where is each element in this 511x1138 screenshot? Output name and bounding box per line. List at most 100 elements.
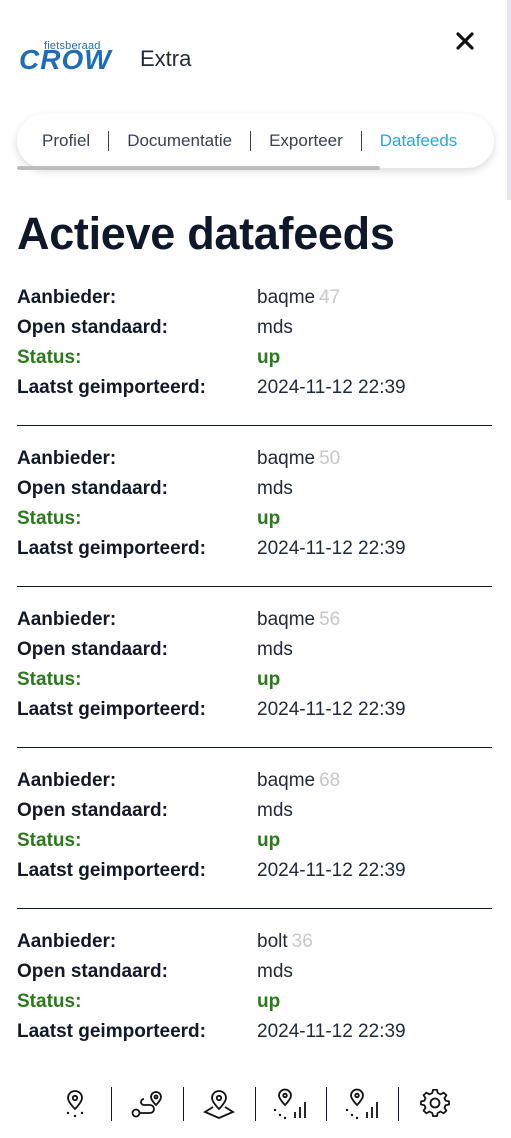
standard-row: Open standaard: mds [17, 478, 492, 508]
tab-scrollbar[interactable] [17, 166, 380, 170]
feed-id: 50 [319, 448, 341, 469]
provider-value: baqme 47 [257, 287, 340, 309]
feed-entry: Aanbieder: bolt 36 Open standaard: mds St… [17, 931, 492, 1092]
standard-value: mds [257, 317, 293, 338]
pin-signal-icon [273, 1088, 306, 1120]
page-title: Actieve datafeeds [17, 208, 395, 259]
status-row: Status: up [17, 830, 492, 860]
close-icon [456, 32, 474, 50]
feed-divider [17, 425, 492, 426]
status-label: Status: [17, 669, 82, 690]
provider-label: Aanbieder: [17, 287, 117, 308]
feed-divider [17, 586, 492, 587]
standard-row: Open standaard: mds [17, 639, 492, 669]
provider-label: Aanbieder: [17, 931, 117, 952]
standard-row: Open standaard: mds [17, 961, 492, 991]
nav-routes-button[interactable] [112, 1082, 183, 1126]
standard-row: Open standaard: mds [17, 800, 492, 830]
provider-name: baqme [257, 609, 316, 630]
last-imported-value: 2024-11-12 22:39 [257, 699, 406, 720]
feed-id: 56 [319, 609, 341, 630]
last-imported-value: 2024-11-12 22:39 [257, 1021, 406, 1042]
provider-value: bolt 36 [257, 931, 313, 953]
nav-settings-button[interactable] [399, 1082, 470, 1126]
gear-icon [419, 1089, 450, 1117]
standard-label: Open standaard: [17, 961, 168, 982]
last-imported-value: 2024-11-12 22:39 [257, 377, 406, 398]
tab-exporteer[interactable]: Exporteer [251, 130, 361, 152]
nav-stats-button[interactable] [255, 1082, 326, 1126]
last-imported-label: Laatst geimporteerd: [17, 538, 206, 559]
tab-documentatie[interactable]: Documentatie [109, 130, 250, 152]
standard-label: Open standaard: [17, 800, 168, 821]
status-value: up [257, 830, 281, 851]
provider-name: baqme [257, 448, 316, 469]
status-label: Status: [17, 347, 82, 368]
route-icon [131, 1091, 163, 1118]
standard-value: mds [257, 800, 293, 821]
last-imported-row: Laatst geimporteerd: 2024-11-12 22:39 [17, 377, 492, 407]
status-value: up [257, 508, 281, 529]
standard-row: Open standaard: mds [17, 317, 492, 347]
provider-value: baqme 50 [257, 448, 340, 470]
standard-value: mds [257, 639, 293, 660]
provider-name: baqme [257, 287, 316, 308]
feed-id: 36 [291, 931, 313, 952]
last-imported-label: Laatst geimporteerd: [17, 699, 206, 720]
last-imported-row: Laatst geimporteerd: 2024-11-12 22:39 [17, 538, 492, 568]
nav-areas-button[interactable] [184, 1082, 255, 1126]
standard-value: mds [257, 478, 293, 499]
map-area-pin-icon [203, 1090, 236, 1119]
feed-entry: Aanbieder: baqme 56 Open standaard: mds S… [17, 609, 492, 770]
feed-entry: Aanbieder: baqme 68 Open standaard: mds S… [17, 770, 492, 931]
close-button[interactable] [452, 28, 478, 54]
standard-label: Open standaard: [17, 317, 168, 338]
status-label: Status: [17, 991, 82, 1012]
provider-row: Aanbieder: baqme 68 [17, 770, 492, 800]
feed-id: 68 [319, 770, 341, 791]
tab-bar: Profiel Documentatie Exporteer Datafeeds [17, 114, 494, 174]
provider-row: Aanbieder: bolt 36 [17, 931, 492, 961]
provider-value: baqme 68 [257, 770, 340, 792]
provider-name: baqme [257, 770, 316, 791]
page-scrollbar[interactable] [507, 0, 511, 200]
status-value: up [257, 991, 281, 1012]
nav-locations-button[interactable] [40, 1082, 111, 1126]
last-imported-value: 2024-11-12 22:39 [257, 860, 406, 881]
last-imported-row: Laatst geimporteerd: 2024-11-12 22:39 [17, 1021, 492, 1051]
standard-label: Open standaard: [17, 478, 168, 499]
provider-label: Aanbieder: [17, 448, 117, 469]
provider-name: bolt [257, 931, 288, 952]
bottom-navigation [40, 1082, 470, 1126]
last-imported-label: Laatst geimporteerd: [17, 377, 206, 398]
feed-id: 47 [319, 287, 341, 308]
last-imported-row: Laatst geimporteerd: 2024-11-12 22:39 [17, 699, 492, 729]
last-imported-value: 2024-11-12 22:39 [257, 538, 406, 559]
last-imported-label: Laatst geimporteerd: [17, 860, 206, 881]
status-value: up [257, 347, 281, 368]
last-imported-row: Laatst geimporteerd: 2024-11-12 22:39 [17, 860, 492, 890]
provider-label: Aanbieder: [17, 609, 117, 630]
last-imported-label: Laatst geimporteerd: [17, 1021, 206, 1042]
feed-divider [17, 747, 492, 748]
provider-label: Aanbieder: [17, 770, 117, 791]
provider-row: Aanbieder: baqme 47 [17, 287, 492, 317]
feed-entry: Aanbieder: baqme 47 Open standaard: mds S… [17, 287, 492, 448]
status-value: up [257, 669, 281, 690]
feed-divider [17, 908, 492, 909]
pin-signal-alt-icon [345, 1088, 378, 1120]
status-row: Status: up [17, 669, 492, 699]
crow-logo[interactable]: fietsberaad CROW [19, 40, 119, 74]
nav-stats-alt-button[interactable] [327, 1082, 398, 1126]
feed-entry: Aanbieder: baqme 50 Open standaard: mds S… [17, 448, 492, 609]
app-header: fietsberaad CROW Extra [0, 0, 511, 110]
status-row: Status: up [17, 991, 492, 1021]
status-label: Status: [17, 830, 82, 851]
tab-profiel[interactable]: Profiel [17, 130, 108, 152]
tab-datafeeds[interactable]: Datafeeds [362, 130, 476, 152]
provider-value: baqme 56 [257, 609, 340, 631]
status-label: Status: [17, 508, 82, 529]
provider-row: Aanbieder: baqme 50 [17, 448, 492, 478]
provider-row: Aanbieder: baqme 56 [17, 609, 492, 639]
logo-title: CROW [19, 44, 112, 75]
